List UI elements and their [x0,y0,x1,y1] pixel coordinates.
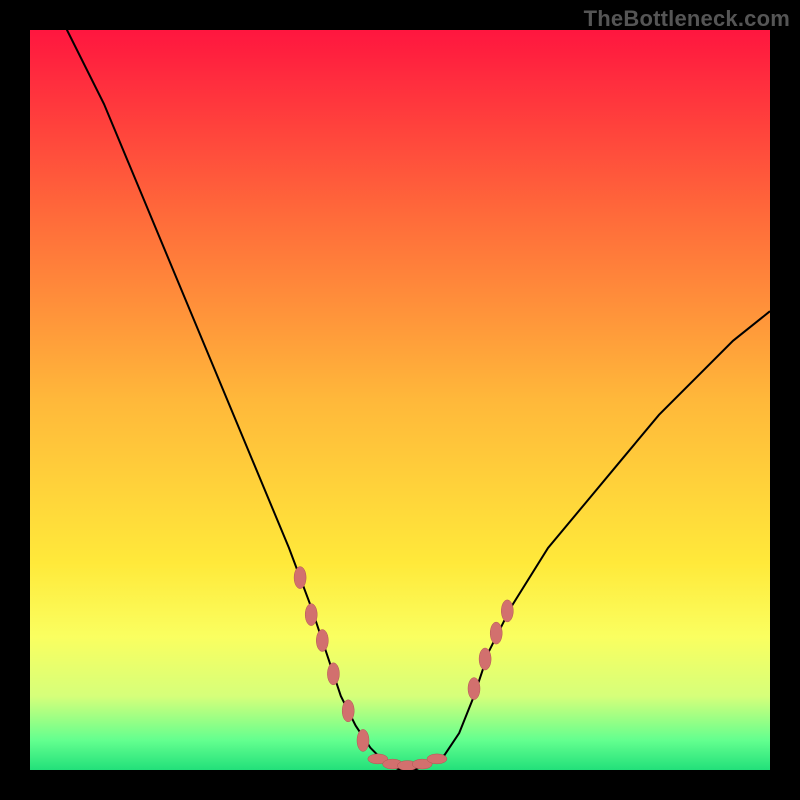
bead [468,678,480,700]
watermark-text: TheBottleneck.com [584,6,790,32]
bead [479,648,491,670]
bead [490,622,502,644]
gradient-background [30,30,770,770]
bead [501,600,513,622]
bead [342,700,354,722]
bead [294,567,306,589]
bead [305,604,317,626]
bead [357,729,369,751]
bead [427,754,447,764]
bead [316,630,328,652]
chart-frame [30,30,770,770]
bottleneck-chart [30,30,770,770]
bead [327,663,339,685]
